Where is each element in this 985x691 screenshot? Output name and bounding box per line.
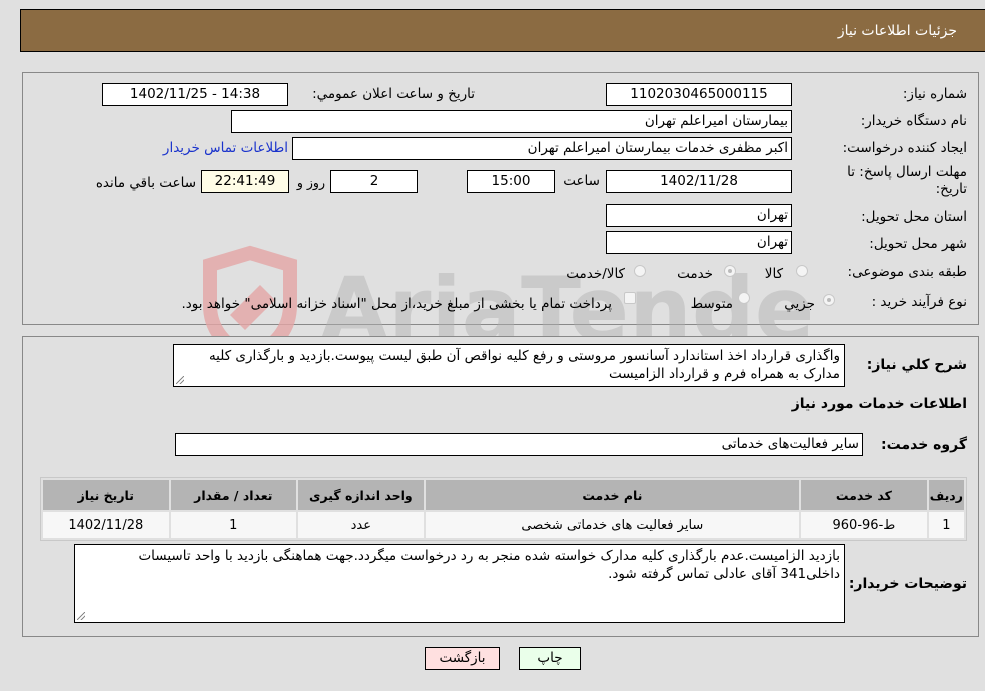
buyer-notes-label: توضیحات خریدار:	[848, 576, 967, 592]
announce-datetime-label: تاریخ و ساعت اعلان عمومي:	[312, 86, 475, 102]
purchase-radio-minor[interactable]	[823, 294, 835, 306]
province-label: استان محل تحویل:	[861, 209, 967, 225]
print-button[interactable]: چاپ	[519, 647, 581, 670]
resize-grip-icon[interactable]	[77, 612, 85, 620]
cell-service-code: ط-96-960	[801, 512, 927, 538]
services-section-title: اطلاعات خدمات مورد نیاز	[791, 396, 967, 412]
buyer-org-label: نام دستگاه خریدار:	[860, 113, 967, 129]
service-group-label: گروه خدمت:	[881, 437, 967, 453]
cell-need-date: 1402/11/28	[43, 512, 169, 538]
table-row: 1 ط-96-960 سایر فعالیت های خدماتی شخصی ع…	[43, 512, 964, 538]
page-header: جزئیات اطلاعات نیاز	[20, 9, 985, 52]
remaining-label: ساعت باقي مانده	[95, 175, 196, 191]
city-field: تهران	[606, 231, 792, 254]
deadline-time-label: ساعت	[563, 173, 600, 189]
need-number-field: 1102030465000115	[606, 83, 792, 106]
resize-grip-icon[interactable]	[176, 376, 184, 384]
category-radio-service[interactable]	[724, 265, 736, 277]
services-table: ردیف کد خدمت نام خدمت واحد اندازه گیری ت…	[40, 477, 967, 541]
table-header-row: ردیف کد خدمت نام خدمت واحد اندازه گیری ت…	[43, 480, 964, 510]
buyer-notes-text: بازدید الزامیست.عدم بارگذاری کلیه مدارک …	[138, 548, 840, 582]
buyer-notes-textarea[interactable]: بازدید الزامیست.عدم بارگذاری کلیه مدارک …	[74, 544, 845, 623]
requester-label: ایجاد کننده درخواست:	[842, 140, 967, 156]
col-quantity: تعداد / مقدار	[170, 480, 297, 510]
col-unit: واحد اندازه گیری	[298, 480, 424, 510]
deadline-time-field: 15:00	[467, 170, 555, 193]
need-number-label: شماره نیاز:	[902, 86, 967, 102]
requester-field: اکبر مظفری خدمات بیمارستان امیراعلم تهرا…	[292, 137, 792, 160]
page-title: جزئیات اطلاعات نیاز	[837, 23, 957, 39]
purchase-option-minor: جزيي	[784, 296, 815, 312]
buyer-org-field: بیمارستان امیراعلم تهران	[231, 110, 792, 133]
days-field: 2	[330, 170, 418, 193]
category-option-service: خدمت	[677, 266, 713, 282]
purchase-option-medium: متوسط	[690, 296, 733, 312]
cell-row-number: 1	[928, 512, 964, 538]
description-label: شرح کلي نیاز:	[866, 357, 967, 373]
description-textarea[interactable]: واگذاری قرارداد اخذ استاندارد آسانسور مر…	[173, 344, 845, 387]
cell-service-name: سایر فعالیت های خدماتی شخصی	[425, 512, 800, 538]
col-need-date: تاریخ نیاز	[43, 480, 169, 510]
announce-datetime-field: 1402/11/25 - 14:38	[102, 83, 288, 106]
treasury-note: پرداخت تمام یا بخشی از مبلغ خرید،از محل …	[181, 296, 612, 312]
back-button[interactable]: بازگشت	[425, 647, 500, 670]
col-service-code: کد خدمت	[801, 480, 927, 510]
purchase-radio-medium[interactable]	[738, 292, 750, 304]
col-row-number: ردیف	[928, 480, 964, 510]
purchase-type-label: نوع فرآیند خرید :	[871, 294, 967, 310]
cell-quantity: 1	[170, 512, 297, 538]
category-option-goods: کالا	[764, 266, 783, 282]
remaining-time-field: 22:41:49	[201, 170, 289, 193]
category-radio-goods[interactable]	[796, 265, 808, 277]
province-field: تهران	[606, 204, 792, 227]
buyer-contact-link[interactable]: اطلاعات تماس خریدار	[163, 140, 288, 156]
days-label: روز و	[296, 175, 325, 190]
cell-unit: عدد	[298, 512, 424, 538]
category-label: طبقه بندی موضوعی:	[847, 264, 967, 280]
category-option-goods-service: کالا/خدمت	[566, 266, 625, 282]
deadline-label-2: تاریخ:	[935, 181, 967, 197]
category-radio-goods-service[interactable]	[634, 265, 646, 277]
description-text: واگذاری قرارداد اخذ استاندارد آسانسور مر…	[208, 348, 840, 382]
treasury-checkbox[interactable]	[624, 292, 636, 304]
deadline-label: مهلت ارسال پاسخ: تا	[847, 164, 967, 180]
service-group-field: سایر فعالیت‌های خدماتی	[175, 433, 863, 456]
deadline-date-field: 1402/11/28	[606, 170, 792, 193]
col-service-name: نام خدمت	[425, 480, 800, 510]
city-label: شهر محل تحویل:	[869, 236, 967, 252]
